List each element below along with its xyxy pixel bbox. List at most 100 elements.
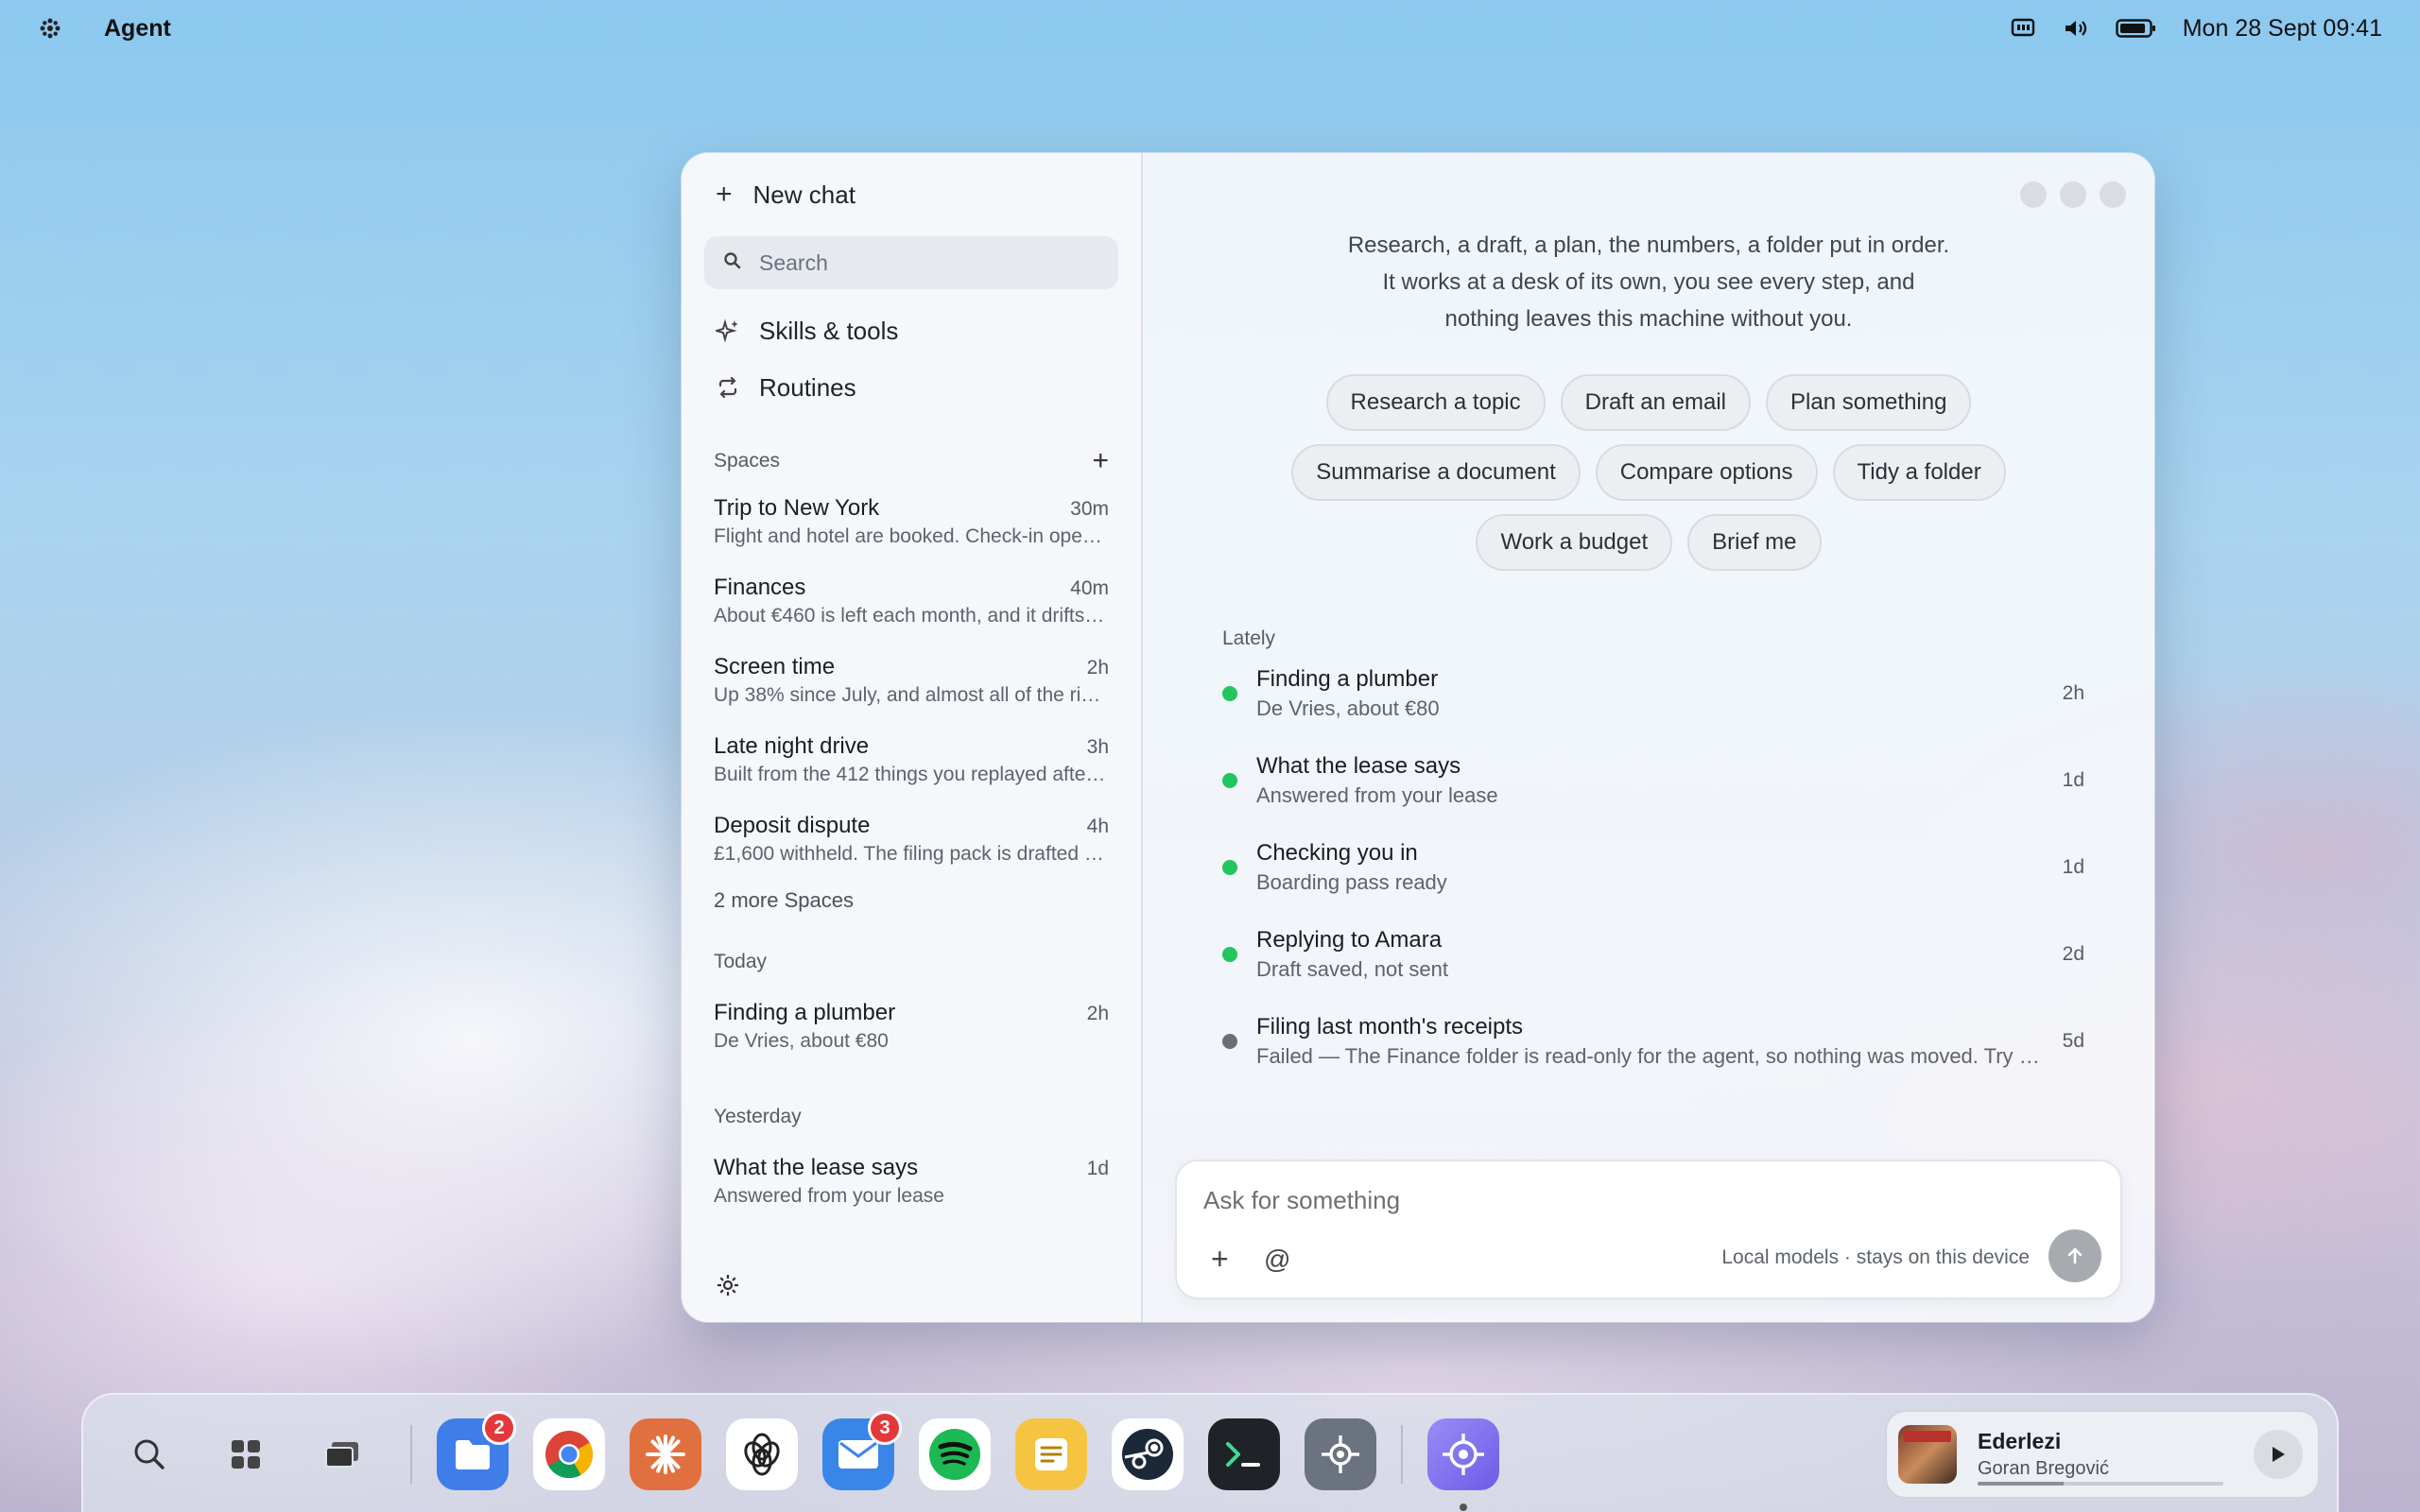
space-item[interactable]: Trip to New York 30m Flight and hotel are…	[704, 495, 1118, 548]
yesterday-header: Yesterday	[714, 1106, 802, 1127]
main-pane: Research, a draft, a plan, the numbers, …	[1143, 153, 2154, 1322]
lately-time: 1d	[2062, 769, 2084, 791]
clock[interactable]: Mon 28 Sept 09:41	[2183, 15, 2382, 43]
space-time: 2h	[1086, 657, 1109, 679]
chrome-app-icon[interactable]	[533, 1418, 605, 1490]
battery-icon[interactable]	[2115, 14, 2158, 43]
status-dot-success	[1222, 686, 1237, 701]
lately-time: 1d	[2062, 856, 2084, 878]
chip-tidy-folder[interactable]: Tidy a folder	[1832, 444, 2006, 501]
lately-item[interactable]: Checking you in Boarding pass ready 1d	[1213, 824, 2084, 911]
display-icon[interactable]	[2009, 14, 2037, 43]
today-header: Today	[714, 951, 768, 972]
more-spaces-link[interactable]: 2 more Spaces	[704, 888, 1118, 913]
space-summary: About €460 is left each month, and it dr…	[714, 605, 1109, 627]
track-title: Ederlezi	[1978, 1429, 2062, 1453]
chat-title: What the lease says	[714, 1155, 919, 1180]
repeat-icon	[714, 376, 742, 399]
notes-app-icon[interactable]	[1015, 1418, 1087, 1490]
suggestion-chips: Research a topic Draft an email Plan som…	[1143, 374, 2154, 571]
space-item[interactable]: Deposit dispute 4h £1,600 withheld. The f…	[704, 813, 1118, 866]
lately-item[interactable]: Finding a plumber De Vries, about €80 2h	[1213, 650, 2084, 737]
spotify-app-icon[interactable]	[919, 1418, 991, 1490]
search-input[interactable]	[759, 249, 1080, 276]
chip-row: Research a topic Draft an email Plan som…	[1325, 374, 1972, 431]
search-icon	[723, 251, 742, 275]
track-progress-fill	[1978, 1482, 2064, 1486]
steam-app-icon[interactable]	[1112, 1418, 1184, 1490]
space-summary: Built from the 412 things you replayed a…	[714, 764, 1109, 785]
track-artist: Goran Bregović	[1978, 1458, 2109, 1479]
chat-title: Finding a plumber	[714, 1000, 896, 1025]
chat-time: 1d	[1086, 1158, 1109, 1179]
space-time: 4h	[1086, 816, 1109, 837]
attach-plus-icon[interactable]: +	[1211, 1242, 1229, 1277]
lately-time: 5d	[2062, 1030, 2084, 1052]
new-chat-button[interactable]: + New chat	[704, 174, 1118, 215]
new-chat-label: New chat	[752, 180, 856, 209]
status-dot-success	[1222, 860, 1237, 875]
mention-at-icon[interactable]: @	[1264, 1245, 1290, 1275]
play-button[interactable]	[2254, 1430, 2303, 1479]
chip-draft-email[interactable]: Draft an email	[1560, 374, 1752, 431]
sidebar-list[interactable]: Spaces + Trip to New York 30m Flight and …	[704, 416, 1118, 1245]
ask-input[interactable]	[1203, 1186, 2054, 1215]
chip-work-budget[interactable]: Work a budget	[1476, 514, 1673, 571]
nav-skills-tools[interactable]: Skills & tools	[704, 302, 1118, 359]
lately-item[interactable]: Filing last month's receipts Failed — The…	[1213, 998, 2084, 1085]
dock-search-icon[interactable]	[121, 1426, 178, 1483]
running-indicator	[1460, 1503, 1467, 1511]
status-dot-success	[1222, 773, 1237, 788]
lately-section: Lately Finding a plumber De Vries, about …	[1213, 627, 2084, 1085]
space-title: Deposit dispute	[714, 813, 871, 838]
space-title: Finances	[714, 575, 806, 600]
files-badge: 2	[482, 1411, 516, 1445]
agent-app-icon[interactable]	[1427, 1418, 1499, 1511]
space-title: Late night drive	[714, 733, 870, 759]
dock-app-grid-icon[interactable]	[217, 1426, 274, 1483]
mail-app-icon[interactable]: 3	[822, 1411, 902, 1490]
app-name[interactable]: Agent	[104, 15, 171, 43]
terminal-app-icon[interactable]	[1208, 1418, 1280, 1490]
chat-item[interactable]: What the lease says 1d Answered from your…	[704, 1155, 1118, 1208]
space-time: 3h	[1086, 736, 1109, 758]
search-box[interactable]	[704, 236, 1118, 289]
status-dot-failed	[1222, 1034, 1237, 1049]
settings-gear-icon[interactable]	[716, 1273, 742, 1299]
lately-time: 2d	[2062, 943, 2084, 965]
lately-summary: Boarding pass ready	[1256, 870, 1447, 894]
chip-compare-options[interactable]: Compare options	[1595, 444, 1818, 501]
chip-summarise-document[interactable]: Summarise a document	[1291, 444, 1581, 501]
send-button[interactable]	[2048, 1229, 2101, 1282]
maximize-button[interactable]	[2060, 181, 2086, 208]
nav-skills-tools-label: Skills & tools	[759, 316, 899, 345]
system-settings-app-icon[interactable]	[1305, 1418, 1376, 1490]
agent-logo-icon[interactable]	[38, 16, 62, 41]
files-app-icon[interactable]: 2	[437, 1411, 516, 1490]
nav-routines[interactable]: Routines	[704, 359, 1118, 416]
chip-research-topic[interactable]: Research a topic	[1325, 374, 1546, 431]
minimize-button[interactable]	[2020, 181, 2047, 208]
chat-item[interactable]: Finding a plumber 2h De Vries, about €80	[704, 1000, 1118, 1053]
lately-item[interactable]: Replying to Amara Draft saved, not sent 2…	[1213, 911, 2084, 998]
claude-app-icon[interactable]	[630, 1418, 701, 1490]
close-button[interactable]	[2100, 181, 2126, 208]
local-model-note: Local models · stays on this device	[1721, 1246, 2030, 1268]
space-summary: Up 38% since July, and almost all of the…	[714, 684, 1109, 706]
lately-title: Replying to Amara	[1256, 927, 1443, 953]
volume-icon[interactable]	[2062, 14, 2090, 43]
now-playing-widget[interactable]: Ederlezi Goran Bregović	[1885, 1410, 2320, 1499]
chip-plan-something[interactable]: Plan something	[1766, 374, 1972, 431]
track-progress[interactable]	[1978, 1482, 2223, 1486]
chip-brief-me[interactable]: Brief me	[1687, 514, 1822, 571]
lately-item[interactable]: What the lease says Answered from your le…	[1213, 737, 2084, 824]
dock-windows-icon[interactable]	[314, 1426, 371, 1483]
album-art	[1898, 1425, 1957, 1484]
space-item[interactable]: Finances 40m About €460 is left each mont…	[704, 575, 1118, 627]
space-item[interactable]: Late night drive 3h Built from the 412 th…	[704, 733, 1118, 786]
add-space-button[interactable]: +	[1092, 445, 1109, 477]
space-item[interactable]: Screen time 2h Up 38% since July, and alm…	[704, 654, 1118, 707]
chatgpt-app-icon[interactable]	[726, 1418, 798, 1490]
play-icon	[2273, 1447, 2285, 1462]
spaces-header: Spaces +	[704, 442, 1118, 480]
